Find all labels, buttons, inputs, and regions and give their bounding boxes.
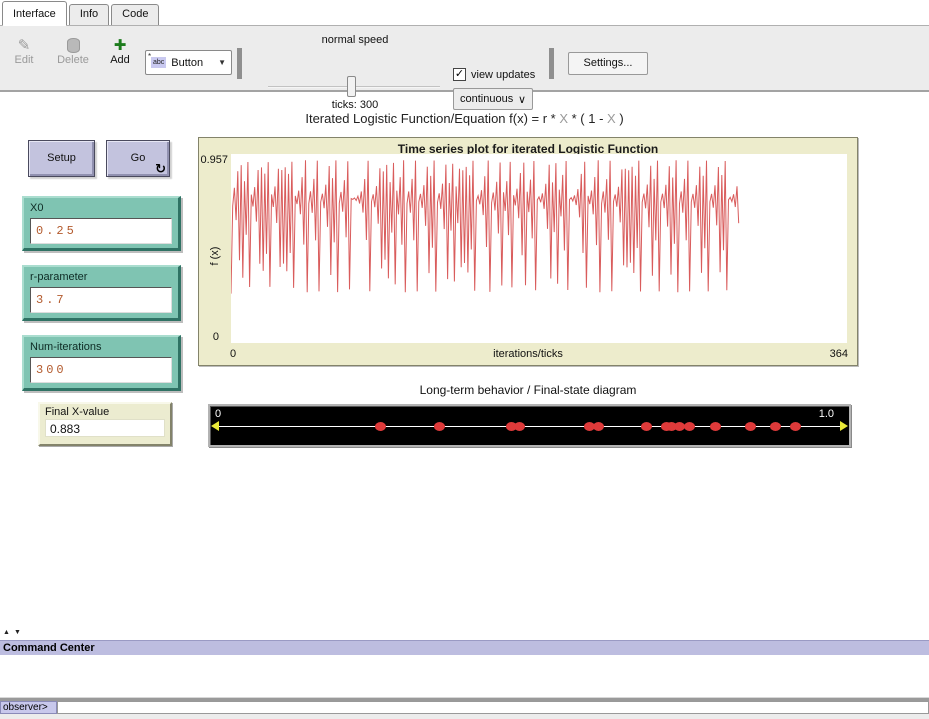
monitor-label: Final X-value — [45, 406, 165, 418]
command-center-resize-buttons[interactable]: ▲▼ — [3, 629, 25, 636]
world-view-final-state[interactable]: 0 1.0 — [208, 404, 851, 447]
delete-label: Delete — [57, 54, 89, 66]
y-axis-min: 0 — [199, 331, 219, 343]
settings-button[interactable]: Settings... — [568, 52, 648, 75]
add-button[interactable]: ✚ Add — [102, 36, 138, 66]
update-mode-dropdown[interactable]: continuous ∨ — [453, 88, 533, 110]
delete-button[interactable]: Delete — [52, 36, 94, 66]
tab-interface[interactable]: Interface — [2, 1, 67, 26]
view-updates-row: ✓ view updates — [453, 68, 535, 81]
delete-icon — [67, 38, 80, 53]
right-arrowhead-icon — [840, 421, 848, 431]
monitor-final-x-value: Final X-value 0.883 — [38, 402, 172, 446]
y-axis-max: 0.957 — [199, 154, 228, 166]
tab-info[interactable]: Info — [69, 4, 109, 25]
time-series-plot: Time series plot for iterated Logistic F… — [198, 137, 858, 366]
speed-label: normal speed — [255, 34, 455, 46]
toolbar: ✎ Edit Delete ✚ Add * abc Button ▼ norma… — [0, 26, 929, 92]
widget-type-dropdown[interactable]: * abc Button ▼ — [145, 50, 232, 75]
left-arrowhead-icon — [211, 421, 219, 431]
final-state-title: Long-term behavior / Final-state diagram — [198, 383, 858, 397]
forever-icon: ↻ — [155, 162, 166, 175]
command-input[interactable] — [57, 701, 929, 714]
final-state-point — [745, 422, 756, 431]
pencil-icon: ✎ — [8, 36, 40, 54]
final-state-point — [375, 422, 386, 431]
tab-bar: Interface Info Code — [0, 0, 929, 26]
command-center-output — [0, 655, 929, 698]
speed-slider-handle[interactable] — [347, 76, 356, 97]
bottom-strip — [0, 714, 929, 719]
toolbar-separator — [549, 48, 554, 79]
view-scale-min: 0 — [215, 408, 221, 420]
plus-icon: ✚ — [102, 36, 138, 54]
view-scale-max: 1.0 — [819, 408, 834, 420]
button-widget-icon: * abc — [151, 57, 166, 68]
chevron-down-icon: ▼ — [218, 58, 226, 67]
widget-type-value: Button — [171, 57, 203, 69]
view-updates-checkbox[interactable]: ✓ — [453, 68, 466, 81]
command-row: observer> — [0, 701, 929, 714]
observer-prompt[interactable]: observer> — [0, 701, 57, 714]
up-triangle-icon: ▲ — [3, 629, 14, 636]
final-state-point — [790, 422, 801, 431]
x-axis: 0 iterations/ticks 364 — [199, 346, 857, 364]
go-button[interactable]: Go ↻ — [106, 140, 170, 177]
edit-label: Edit — [15, 54, 34, 66]
netlogo-window: Interface Info Code ✎ Edit Delete ✚ Add … — [0, 0, 929, 719]
monitor-value: 0.883 — [45, 419, 165, 437]
x-axis-label: iterations/ticks — [199, 348, 857, 360]
input-label: Num-iterations — [30, 341, 172, 353]
final-state-point — [593, 422, 604, 431]
input-widget-r-parameter: r-parameter — [22, 265, 181, 321]
edit-button[interactable]: ✎ Edit — [8, 36, 40, 66]
model-title: Iterated Logistic Function/Equation f(x)… — [0, 111, 929, 126]
final-state-point — [641, 422, 652, 431]
view-updates-label: view updates — [471, 69, 535, 81]
add-label: Add — [110, 54, 130, 66]
ticks-counter: ticks: 300 — [255, 99, 455, 111]
num-iterations-field[interactable] — [30, 357, 172, 383]
final-state-point — [514, 422, 525, 431]
plot-canvas — [231, 154, 847, 343]
r-parameter-field[interactable] — [30, 287, 172, 313]
tab-code[interactable]: Code — [111, 4, 159, 25]
setup-button[interactable]: Setup — [28, 140, 95, 177]
chevron-down-icon: ∨ — [518, 93, 526, 106]
final-state-point — [770, 422, 781, 431]
x-axis-max: 364 — [830, 348, 848, 360]
input-widget-num-iterations: Num-iterations — [22, 335, 181, 391]
down-triangle-icon: ▼ — [14, 629, 25, 636]
input-widget-x0: X0 — [22, 196, 181, 251]
final-state-point — [434, 422, 445, 431]
update-mode-value: continuous — [460, 93, 513, 105]
toolbar-separator — [237, 48, 242, 79]
command-center-header: Command Center — [0, 640, 929, 655]
final-state-point — [684, 422, 695, 431]
y-axis-label: f (x) — [209, 236, 221, 276]
x0-field[interactable] — [30, 218, 172, 244]
input-label: r-parameter — [30, 271, 172, 283]
final-state-point — [710, 422, 721, 431]
input-label: X0 — [30, 202, 172, 214]
